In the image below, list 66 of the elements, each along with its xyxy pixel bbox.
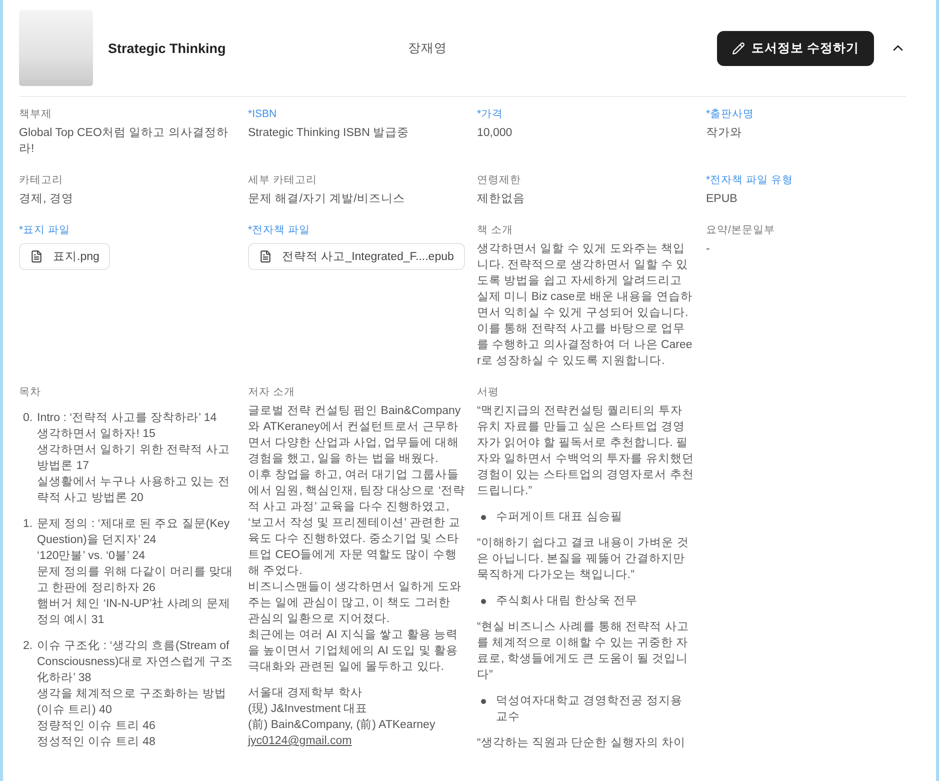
field-label: *출판사명 <box>706 107 756 122</box>
author-bio: 글로벌 전략 컨설팅 펌인 Bain&Company와 ATKeraney에서 컨설턴트로서 근무하면서 다양한 산업과 사업, 업무들에 대해 경험을 했고, 일을 하는 법을 배웠다. <box>248 404 462 467</box>
field-value: EPUB <box>706 192 738 207</box>
pencil-icon <box>732 42 745 54</box>
chapter-number: 0. <box>23 411 34 426</box>
bullet-icon <box>481 699 486 704</box>
field-label: 카테고리 <box>19 173 64 188</box>
field-label: *가격 <box>477 107 504 122</box>
bullet-icon <box>481 515 486 520</box>
author-name: 장재영 <box>408 40 448 56</box>
chapter-title: Intro : ‘전략적 사고를 장착하라’ 14 <box>37 411 218 426</box>
field-value: 작가와 <box>706 126 743 141</box>
bullet-icon <box>481 599 486 604</box>
field-value: Global Top CEO처럼 일하고 의사결정하라! <box>19 126 230 157</box>
file-icon <box>259 250 272 263</box>
reviewer-name: 주식회사 대림 한상욱 전무 <box>496 594 638 609</box>
field-label: 연령제한 <box>477 173 522 188</box>
field-value: 경제, 경영 <box>19 192 74 207</box>
field-label: 책부제 <box>19 107 53 122</box>
author-credential: (現) J&Investment 대표 <box>248 702 369 717</box>
reviewer-name: 덕성여자대학교 경영학전공 정지용 교수 <box>496 694 684 725</box>
field-label: *전자책 파일 유형 <box>706 173 794 188</box>
field-label: 저자 소개 <box>248 385 296 400</box>
chapter-title: 문제 정의 : ‘제대로 된 주요 질문(Key Question)을 던지자’ 24 <box>37 517 231 548</box>
section-title: 실생활에서 누구나 사용하고 있는 전략적 사고 방법론 20 <box>37 475 231 506</box>
field-value: 10,000 <box>477 126 514 141</box>
review-quote: “현실 비즈니스 사례를 통해 전략적 사고를 체계적으로 이해할 수 있는 귀중한 자료로, 학생들에게도 큰 도움이 될 것입니다” <box>477 620 690 683</box>
chapter-number: 2. <box>23 639 34 654</box>
reviewer-name: 수퍼게이트 대표 심승필 <box>496 510 622 525</box>
section-title: 정성적인 이슈 트리 48 <box>37 735 156 750</box>
section-title: 생각하면서 일하자! 15 <box>37 427 156 442</box>
section-title: 정량적인 이슈 트리 46 <box>37 719 156 734</box>
file-chip[interactable]: 전략적 사고_Integrated_F....epub <box>248 243 465 270</box>
chapter-title: 이슈 구조化 : ‘생각의 흐름(Stream of Consciousness)대로 자연스럽게 구조化하라’ 38 <box>37 638 234 686</box>
field-value: 생각하면서 일할 수 있게 도와주는 책입니다. 전략적으로 생각하면서 일할 수 있도록 방법을 쉽고 자세하게 알려드리고 실제 미니 Biz case로 배운 내용을 연습하면서 익히실 수 있게 구성되어 있습니다. 이를 통해 전략적 사고를 바탕으로 업무를 수행하고 의사결정하여 더 나은 Career로 성장하실 수 있도록 지원합니다. <box>477 242 694 369</box>
chapter-number: 1. <box>23 517 34 532</box>
email-link[interactable]: jyc0124@gmail.com <box>248 735 352 747</box>
author-bio: 비즈니스맨들이 생각하면서 일하게 도와주는 일에 관심이 많고, 이 책도 그러한 관심의 일환으로 지어졌다. <box>248 580 463 627</box>
file-chip[interactable]: 표지.png <box>19 243 110 270</box>
field-value: 제한없음 <box>477 192 526 207</box>
field-value: 문제 해결/자기 계발/비즈니스 <box>248 192 406 207</box>
file-icon <box>30 250 43 263</box>
author-bio: 최근에는 여러 AI 지식을 쌓고 활용 능력을 높이면서 기업체에의 AI 도입 및 활용 극대화와 관련된 일에 몰두하고 있다. <box>248 628 460 675</box>
field-label: 세부 카테고리 <box>248 173 318 188</box>
book-title: Strategic Thinking <box>108 40 227 56</box>
section-title: 생각을 체계적으로 구조화하는 방법(이슈 트리) 40 <box>37 687 228 718</box>
field-label: 서평 <box>477 385 500 400</box>
author-credential: (前) Bain&Company, (前) ATKearney <box>248 718 436 733</box>
review-quote: “맥킨지급의 전략컨설팅 퀄리티의 투자유치 자료를 만들고 싶은 스타트업 경영자가 읽어야 할 필독서로 추천합니다. 필자와 일하면서 수백억의 투자를 유치했던 경험이 있는 스타트업의 경영자로서 추천드립니다.” <box>477 404 694 499</box>
section-title: 문제 정의를 위해 다같이 머리를 맞대고 한판에 정리하자 26 <box>37 565 234 596</box>
field-value: Strategic Thinking ISBN 발급중 <box>248 126 410 141</box>
field-label: 목차 <box>19 385 42 400</box>
section-title: 햄버거 체인 ‘IN-N-UP’社 사례의 문제 정의 예시 31 <box>37 596 232 628</box>
author-bio: 이후 창업을 하고, 여러 대기업 그룹사들에서 임원, 핵심인재, 팀장 대상으로 ‘전략적 사고 과정’ 교육을 다수 진행하였고, ‘보고서 작성 및 프리젠테이션’ 관련한 교육도 다수 진행하였다. 중소기업 및 스타트업 CEO들에게 자문 역할도 많이 수행해 주었다. <box>248 468 465 579</box>
section-title: 생각하면서 일하기 위한 전략적 사고 방법론 17 <box>37 443 231 474</box>
author-credential: 서울대 경제학부 학사 <box>248 686 364 701</box>
field-label: *표지 파일 <box>19 223 72 238</box>
field-value: - <box>706 242 711 257</box>
field-label: 요약/본문일부 <box>706 223 776 238</box>
section-title: ‘120만불’ vs. ‘0불’ 24 <box>37 549 146 564</box>
review-quote: “생각하는 직원과 단순한 실행자의 차이 <box>477 736 687 751</box>
edit-book-button[interactable]: 도서정보 수정하기 <box>716 30 874 66</box>
field-label: 책 소개 <box>477 223 514 238</box>
field-label: *전자책 파일 <box>248 223 312 238</box>
review-quote: “이해하기 쉽다고 결코 내용이 가벼운 것은 아닙니다. 본질을 꿰뚫어 간결하지만 묵직하게 다가오는 책입니다.” <box>477 536 690 583</box>
field-label: *ISBN <box>248 107 278 122</box>
